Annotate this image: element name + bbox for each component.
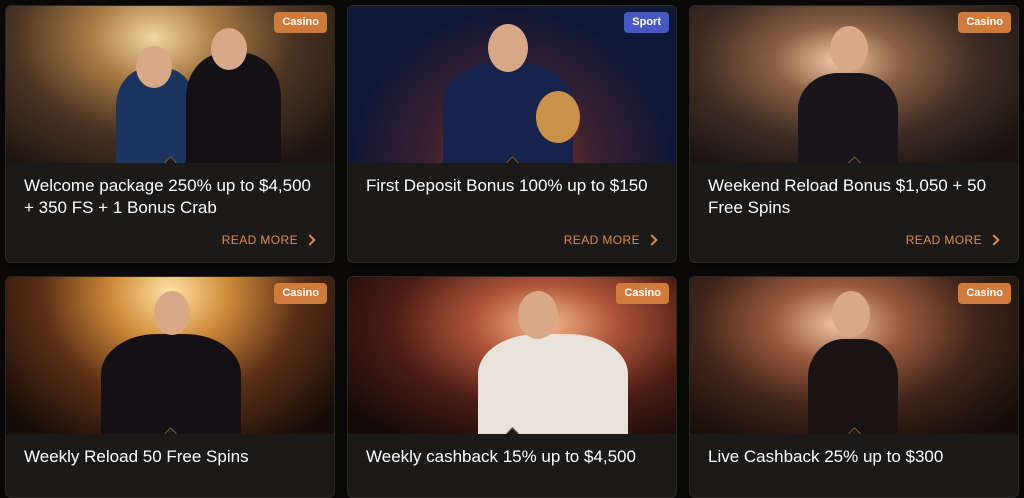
promo-card[interactable]: Casino Live Cashback 25% up to $300	[689, 276, 1019, 498]
promo-title: Welcome package 250% up to $4,500 + 350 …	[24, 176, 311, 217]
figure-shape	[518, 291, 558, 339]
category-badge: Casino	[616, 283, 669, 304]
category-badge: Casino	[274, 12, 327, 33]
figure-shape	[798, 73, 898, 163]
promo-title: Live Cashback 25% up to $300	[708, 447, 944, 466]
promo-image[interactable]: Casino	[348, 277, 676, 434]
promo-card[interactable]: Casino Welcome package 250% up to $4,500…	[5, 5, 335, 263]
chevron-right-icon	[646, 234, 658, 246]
figure-shape	[488, 24, 528, 72]
promo-title: Weekly cashback 15% up to $4,500	[366, 447, 636, 466]
figure-shape	[808, 339, 898, 434]
promo-image[interactable]: Casino	[6, 6, 334, 163]
chevron-right-icon	[988, 234, 1000, 246]
promo-title: First Deposit Bonus 100% up to $150	[366, 176, 648, 195]
figure-shape	[832, 291, 870, 337]
read-more-link[interactable]: READ MORE	[563, 233, 658, 247]
category-badge: Casino	[958, 12, 1011, 33]
promo-image[interactable]: Sport	[348, 6, 676, 163]
promo-image[interactable]: Casino	[690, 6, 1018, 163]
figure-shape	[211, 28, 247, 70]
read-more-link[interactable]: READ MORE	[905, 233, 1000, 247]
promo-card[interactable]: Casino Weekly cashback 15% up to $4,500	[347, 276, 677, 498]
read-more-link[interactable]: READ MORE	[221, 233, 316, 247]
figure-shape	[536, 91, 580, 143]
category-badge: Sport	[624, 12, 669, 33]
read-more-label: READ MORE	[563, 233, 640, 247]
promo-image[interactable]: Casino	[690, 277, 1018, 434]
category-badge: Casino	[274, 283, 327, 304]
promo-image[interactable]: Casino	[6, 277, 334, 434]
figure-shape	[478, 334, 628, 434]
promo-card[interactable]: Casino Weekly Reload 50 Free Spins	[5, 276, 335, 498]
promo-card[interactable]: Sport First Deposit Bonus 100% up to $15…	[347, 5, 677, 263]
figure-shape	[101, 334, 241, 434]
read-more-label: READ MORE	[905, 233, 982, 247]
figure-shape	[186, 53, 281, 163]
promotions-grid: Casino Welcome package 250% up to $4,500…	[0, 0, 1024, 498]
chevron-right-icon	[304, 234, 316, 246]
promo-title: Weekend Reload Bonus $1,050 + 50 Free Sp…	[708, 176, 987, 217]
category-badge: Casino	[958, 283, 1011, 304]
promo-title: Weekly Reload 50 Free Spins	[24, 447, 249, 466]
figure-shape	[830, 26, 868, 72]
promo-card[interactable]: Casino Weekend Reload Bonus $1,050 + 50 …	[689, 5, 1019, 263]
figure-shape	[154, 291, 190, 335]
read-more-label: READ MORE	[221, 233, 298, 247]
figure-shape	[136, 46, 172, 88]
